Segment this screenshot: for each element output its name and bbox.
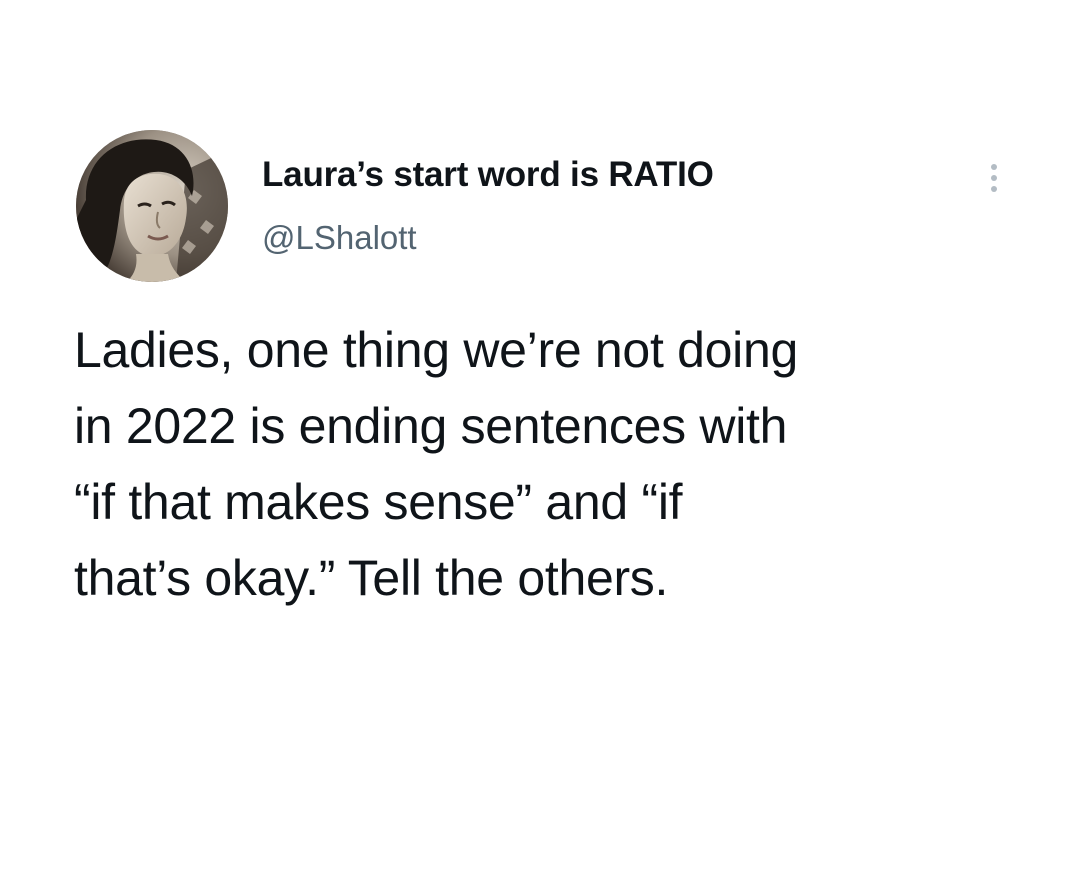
more-options-button[interactable] [980, 156, 1008, 200]
tweet-text: Ladies, one thing we’re not doing in 202… [74, 312, 1034, 616]
author-handle[interactable]: @LShalott [262, 219, 417, 257]
tweet-text-line: Ladies, one thing we’re not doing [74, 322, 798, 378]
avatar-photo [76, 130, 228, 282]
tweet-text-line: “if that makes sense” and “if [74, 474, 683, 530]
more-vertical-icon-dot [991, 175, 997, 181]
tweet-card: Laura’s start word is RATIO @LShalott La… [0, 0, 1080, 883]
tweet-text-line: in 2022 is ending sentences with [74, 398, 788, 454]
tweet-text-line: that’s okay.” Tell the others. [74, 550, 669, 606]
avatar[interactable] [76, 130, 228, 282]
more-vertical-icon-dot [991, 186, 997, 192]
author-display-name[interactable]: Laura’s start word is RATIO [262, 155, 714, 195]
more-vertical-icon [991, 164, 997, 170]
